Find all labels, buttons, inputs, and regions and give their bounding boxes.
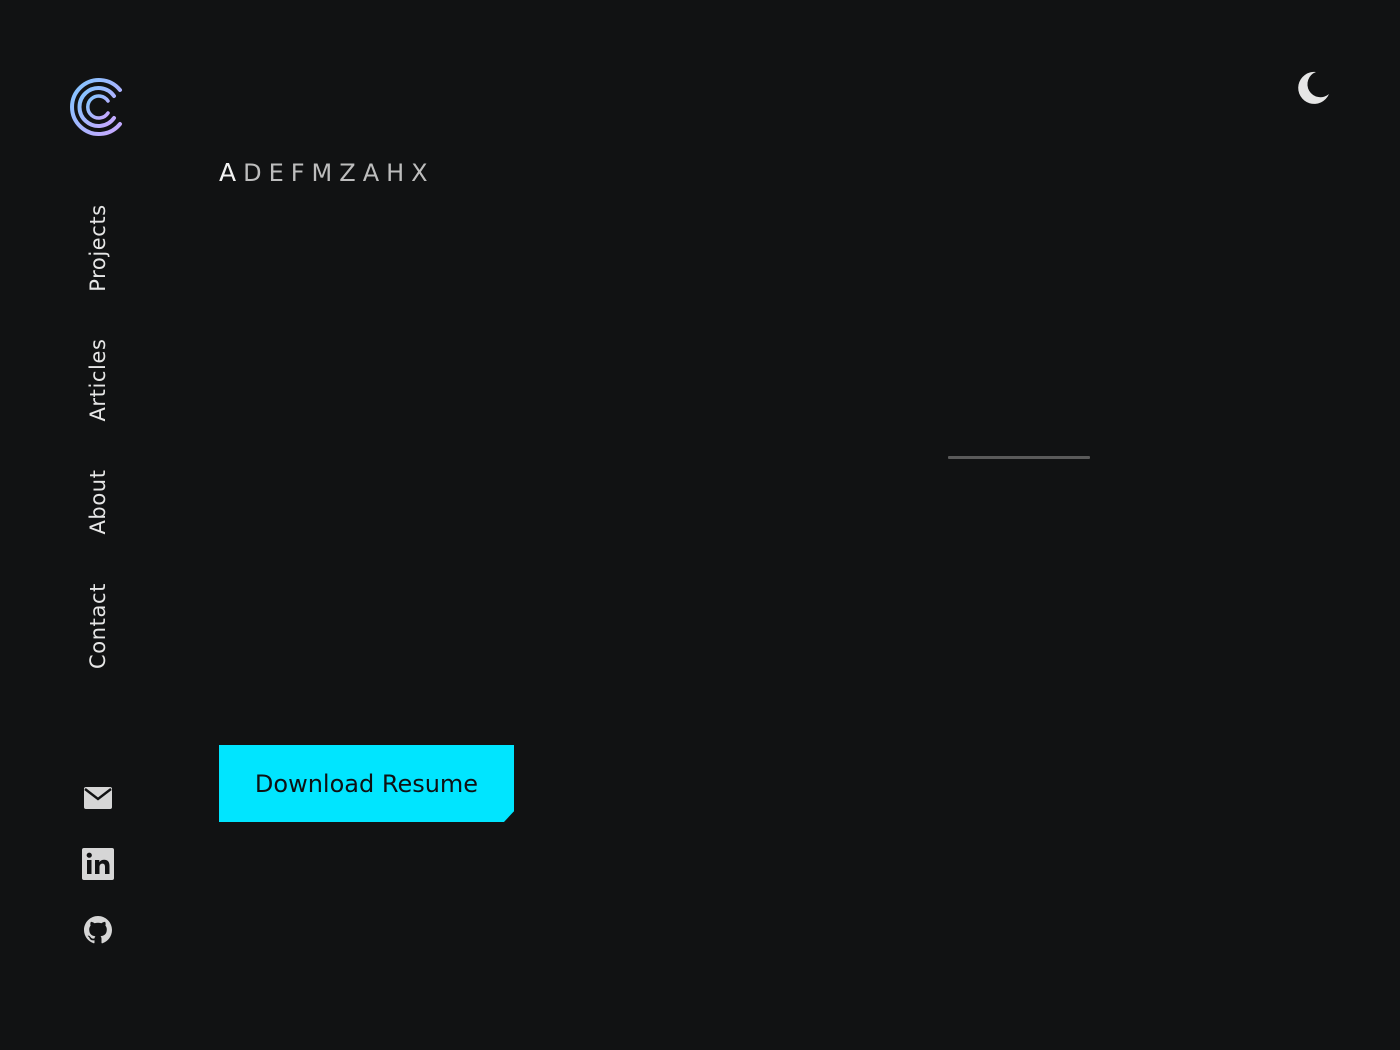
github-icon <box>84 916 112 944</box>
side-nav: Projects Articles About Contact <box>74 0 122 1050</box>
nav-item-contact[interactable]: Contact <box>74 580 122 672</box>
nav-label-contact: Contact <box>86 583 110 669</box>
theme-toggle-button[interactable] <box>1290 66 1334 110</box>
nav-label-about: About <box>86 469 110 535</box>
nav-label-projects: Projects <box>86 204 110 292</box>
hero-scramble-text: ADEFMZAHX <box>219 158 435 187</box>
download-resume-button[interactable]: Download Resume <box>219 745 514 822</box>
moon-icon <box>1298 71 1329 104</box>
linkedin-link[interactable] <box>80 846 116 882</box>
email-link[interactable] <box>80 780 116 816</box>
divider-line <box>948 456 1090 459</box>
nav-item-articles[interactable]: Articles <box>74 336 122 424</box>
hero-scramble-first: A <box>219 158 244 187</box>
email-icon <box>84 787 112 809</box>
nav-item-projects[interactable]: Projects <box>74 200 122 296</box>
nav-label-articles: Articles <box>86 338 110 422</box>
nav-item-about[interactable]: About <box>74 466 122 538</box>
linkedin-icon <box>82 848 114 880</box>
github-link[interactable] <box>80 912 116 948</box>
hero-scramble-rest: DEFMZAHX <box>243 159 435 187</box>
